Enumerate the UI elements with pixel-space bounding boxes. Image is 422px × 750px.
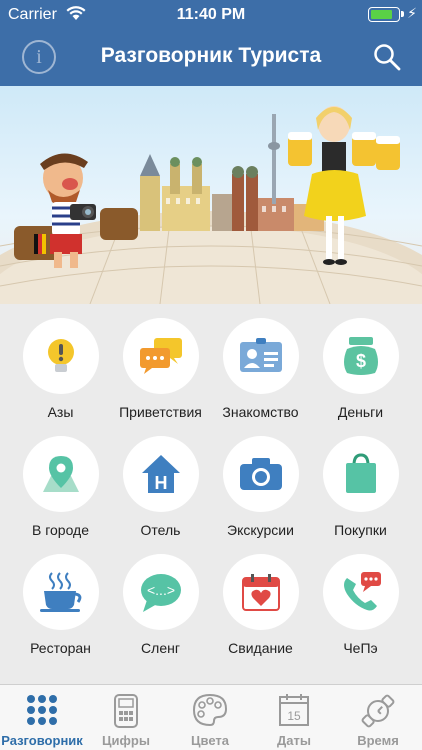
tab-label: Время	[357, 733, 399, 748]
category-ekskursii[interactable]: Экскурсии	[208, 436, 313, 538]
category-label: Знакомство	[222, 404, 299, 420]
id-card-icon	[239, 338, 282, 372]
svg-text:H: H	[154, 473, 167, 493]
category-label: Отель	[140, 522, 181, 538]
calendar-day-number: 15	[287, 709, 301, 723]
charging-bolt-icon: ⚡	[407, 5, 417, 21]
phone-alert-icon	[343, 572, 381, 611]
map-pin-icon	[42, 456, 79, 492]
category-label: Свидание	[228, 640, 293, 656]
battery-icon	[368, 7, 400, 22]
category-circle	[22, 436, 99, 512]
battery-tip	[401, 11, 404, 17]
category-svidanie[interactable]: Свидание	[208, 554, 313, 656]
tab-daty[interactable]: 15 Даты	[252, 685, 336, 750]
category-chepe[interactable]: ЧеПэ	[308, 554, 413, 656]
camera-icon	[239, 458, 282, 490]
tab-vremya[interactable]: Время	[336, 685, 420, 750]
category-circle	[222, 318, 299, 394]
speech-bubbles-icon	[139, 338, 182, 374]
grid-dots-icon	[27, 695, 57, 725]
category-label: Экскурсии	[227, 522, 294, 538]
category-pokupki[interactable]: Покупки	[308, 436, 413, 538]
category-sleng[interactable]: <...> Сленг	[108, 554, 213, 656]
category-v-gorode[interactable]: В городе	[8, 436, 113, 538]
palette-icon	[192, 693, 228, 727]
status-time: 11:40 PM	[176, 6, 246, 23]
category-privetstviya[interactable]: Приветствия	[108, 318, 213, 420]
category-label: Ресторан	[30, 640, 91, 656]
status-bar: Carrier 11:40 PM ⚡	[0, 0, 422, 30]
hotel-icon: H	[141, 455, 180, 493]
tab-cifry[interactable]: Цифры	[84, 685, 168, 750]
category-label: Деньги	[337, 404, 384, 420]
page-title: Разговорник Туриста	[100, 44, 322, 67]
search-icon[interactable]	[372, 42, 402, 72]
category-label: Азы	[47, 404, 74, 420]
category-label: Покупки	[334, 522, 387, 538]
top-bar: Carrier 11:40 PM ⚡ i Разговорник Туриста	[0, 0, 422, 86]
category-circle	[22, 554, 99, 630]
tab-bar: Разговорник Цифры Цвета 15 Даты Время	[0, 684, 422, 750]
battery-fill	[371, 10, 392, 19]
shopping-bag-icon	[345, 453, 376, 493]
category-label: В городе	[31, 522, 90, 538]
coffee-cup-icon	[39, 572, 81, 612]
category-znakomstvo[interactable]: Знакомство	[208, 318, 313, 420]
category-circle	[222, 554, 299, 630]
category-circle	[322, 554, 399, 630]
tab-razgovornik[interactable]: Разговорник	[0, 685, 84, 750]
tab-label: Цифры	[102, 733, 150, 748]
munich-tourists-illustration	[0, 106, 422, 304]
category-circle	[22, 318, 99, 394]
calendar-icon: 15	[279, 694, 309, 726]
calculator-icon	[114, 694, 138, 728]
slang-bubble-icon: <...>	[140, 574, 181, 612]
category-circle	[122, 318, 199, 394]
watch-icon	[361, 694, 395, 728]
category-label: Сленг	[141, 640, 180, 656]
tab-label: Даты	[277, 733, 311, 748]
category-circle: H	[122, 436, 199, 512]
money-bag-icon: $	[343, 337, 378, 375]
category-restoran[interactable]: Ресторан	[8, 554, 113, 656]
category-circle	[222, 436, 299, 512]
calendar-heart-icon	[241, 574, 280, 611]
category-circle: <...>	[122, 554, 199, 630]
lightbulb-icon	[47, 339, 74, 372]
svg-text:<...>: <...>	[146, 582, 174, 598]
banner-illustration	[0, 86, 422, 304]
category-label: ЧеПэ	[343, 640, 378, 656]
tab-cveta[interactable]: Цвета	[168, 685, 252, 750]
category-circle: $	[322, 318, 399, 394]
category-dengi[interactable]: $ Деньги	[308, 318, 413, 420]
category-circle	[322, 436, 399, 512]
category-label: Приветствия	[119, 404, 202, 420]
category-otel[interactable]: H Отель	[108, 436, 213, 538]
skyline-buildings	[140, 114, 324, 231]
tab-label: Цвета	[191, 733, 229, 748]
tab-label: Разговорник	[1, 733, 83, 748]
category-azy[interactable]: Азы	[8, 318, 113, 420]
svg-text:$: $	[355, 351, 365, 371]
